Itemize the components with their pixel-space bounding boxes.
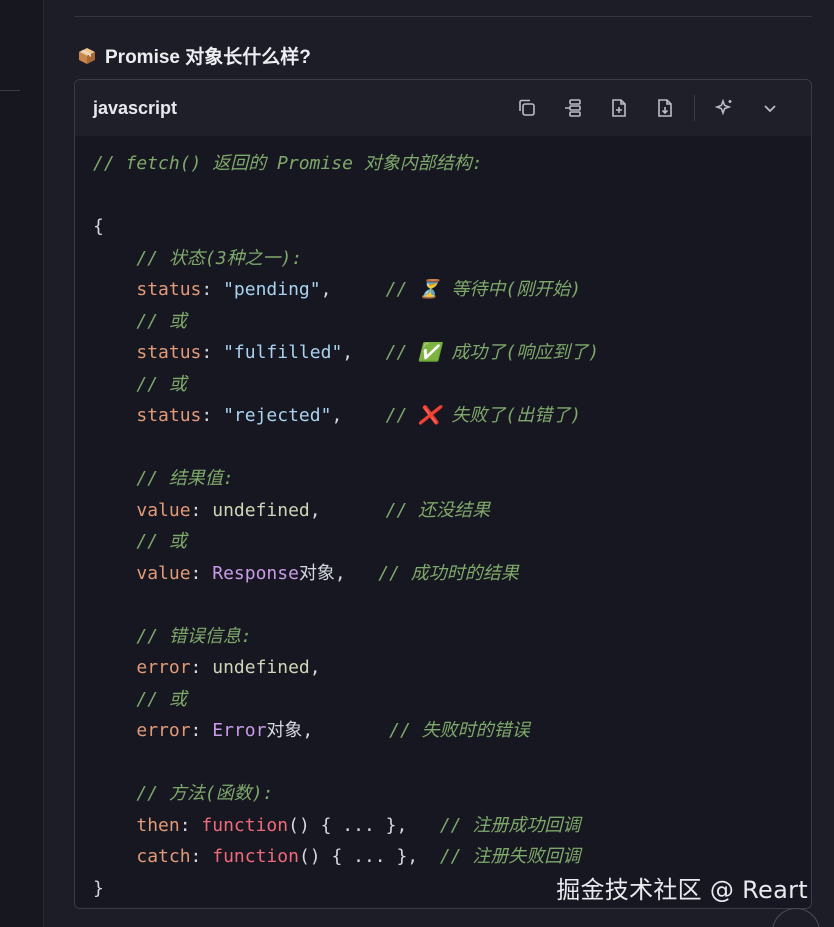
code-class: Response — [212, 562, 299, 584]
outline-button[interactable] — [550, 90, 596, 126]
code-comment: // 结果值: — [136, 468, 234, 489]
code-comment: // 失败时的错误 — [389, 720, 530, 741]
code-line: // 或 — [93, 306, 793, 338]
code-key: value — [136, 562, 191, 584]
code-comment: // 或 — [136, 688, 187, 710]
code-key: status — [136, 279, 202, 300]
code-comment: // ⏳ 等待中(刚开始) — [385, 279, 582, 300]
code-comment: // ❌ 失败了(出错了) — [385, 405, 582, 426]
code-line: // 或 — [93, 369, 793, 401]
scroll-button[interactable] — [772, 908, 820, 927]
code-string: "pending" — [223, 279, 321, 300]
code-brace: } — [93, 877, 104, 899]
code-key: catch — [136, 846, 191, 867]
chevron-down-icon — [764, 105, 776, 113]
panel-divider — [0, 90, 20, 91]
code-text: () { ... }, — [288, 814, 408, 836]
package-icon — [78, 47, 96, 65]
code-keyword: function — [201, 814, 289, 836]
code-comment: // fetch() 返回的 Promise 对象内部结构: — [93, 153, 483, 174]
code-line: // 或 — [93, 684, 793, 716]
code-comment: // 注册成功回调 — [439, 814, 581, 836]
code-line: status: "rejected", // ❌ 失败了(出错了) — [136, 405, 582, 426]
code-block: javascript // fetch() 返回的 Promise 对象内部结构… — [74, 79, 812, 909]
code-text: () { ... }, — [298, 846, 419, 867]
toolbar-separator — [694, 95, 695, 121]
code-line: // 错误信息: — [93, 621, 793, 653]
code-value: undefined — [212, 499, 310, 521]
code-class: Error — [212, 720, 267, 741]
code-keyword: function — [212, 846, 299, 867]
code-comment: // 或 — [136, 373, 187, 395]
code-key: status — [136, 405, 202, 426]
code-comment: // ✅ 成功了(响应到了) — [385, 342, 600, 363]
code-key: value — [136, 499, 191, 521]
code-line: catch: function() { ... }, // 注册失败回调 — [136, 846, 581, 867]
code-comment: // 还没结果 — [385, 499, 491, 521]
code-line: // 状态(3种之一): — [93, 243, 793, 275]
code-string: "rejected" — [223, 405, 332, 426]
code-line: // fetch() 返回的 Promise 对象内部结构: — [93, 148, 793, 180]
code-key: status — [136, 342, 202, 363]
download-file-button[interactable] — [642, 90, 688, 126]
code-line: // 方法(函数): — [93, 778, 793, 810]
code-text: 对象, — [298, 562, 346, 584]
code-comment: // 或 — [136, 531, 187, 552]
code-string: "fulfilled" — [223, 342, 343, 363]
code-line: value: Response对象, // 成功时的结果 — [136, 562, 519, 584]
left-panel-edge — [0, 0, 44, 927]
code-line: status: "fulfilled", // ✅ 成功了(响应到了) — [136, 342, 600, 363]
insert-file-button[interactable] — [596, 90, 642, 126]
collapse-button[interactable] — [747, 90, 793, 126]
code-line: // 结果值: — [93, 463, 793, 495]
code-line: then: function() { ... }, // 注册成功回调 — [136, 814, 581, 836]
code-brace: { — [93, 216, 104, 237]
code-comment: // 注册失败回调 — [439, 846, 581, 867]
download-file-icon — [658, 99, 672, 117]
watermark: 掘金技术社区 @ Reart — [556, 876, 808, 904]
section-heading: Promise 对象长什么样? — [78, 42, 311, 69]
code-comment: // 状态(3种之一): — [136, 247, 303, 269]
code-text: 对象, — [266, 720, 314, 741]
ai-sparkle-icon — [714, 98, 732, 116]
code-key: then — [136, 814, 180, 836]
code-line: value: undefined, // 还没结果 — [136, 499, 491, 521]
ai-assist-button[interactable] — [701, 90, 747, 126]
copy-icon — [519, 99, 535, 116]
code-line: { — [93, 211, 793, 243]
outline-icon — [565, 99, 581, 117]
code-key: error — [136, 720, 191, 741]
code-line: status: "pending", // ⏳ 等待中(刚开始) — [136, 279, 582, 300]
code-comment: // 或 — [136, 310, 187, 332]
code-line: error: undefined, — [136, 657, 321, 678]
code-key: error — [136, 657, 191, 678]
section-title: Promise 对象长什么样? — [105, 47, 311, 68]
code-comment: // 方法(函数): — [136, 783, 274, 804]
code-value: undefined — [212, 657, 310, 678]
code-line: // 或 — [93, 526, 793, 558]
language-label: javascript — [93, 97, 178, 118]
copy-button[interactable] — [504, 90, 550, 126]
code-content[interactable]: // fetch() 返回的 Promise 对象内部结构: { // 状态(3… — [75, 136, 811, 904]
insert-file-icon — [612, 99, 626, 117]
code-toolbar — [504, 90, 793, 126]
section-divider — [74, 16, 812, 17]
code-block-header: javascript — [75, 80, 811, 136]
code-comment: // 成功时的结果 — [378, 562, 519, 584]
code-line: error: Error对象, // 失败时的错误 — [136, 720, 530, 741]
code-comment: // 错误信息: — [136, 625, 252, 647]
